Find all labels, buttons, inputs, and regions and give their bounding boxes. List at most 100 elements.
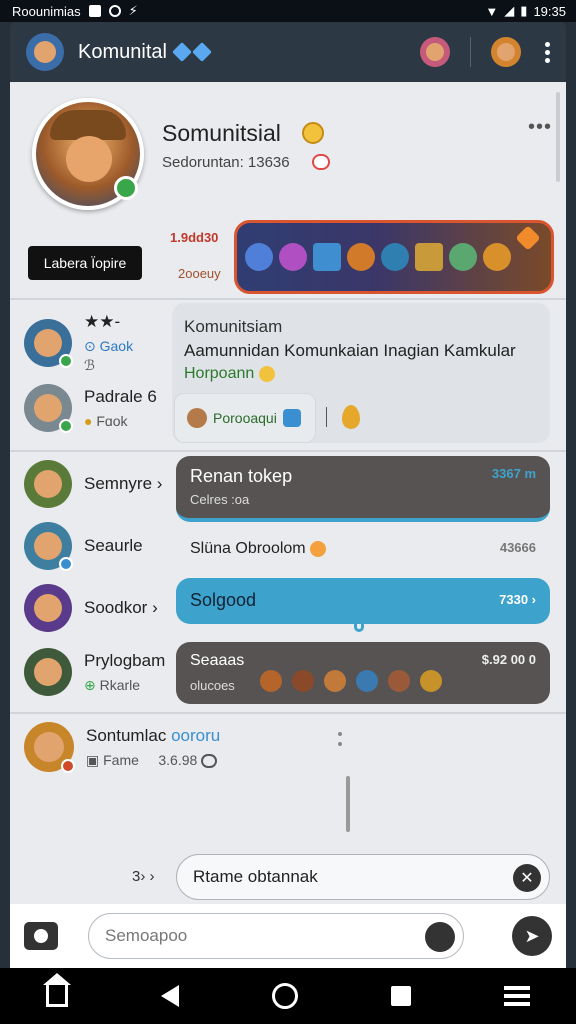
cursor-icon xyxy=(354,618,364,632)
reply-input[interactable]: Rtame obtannak ✕ xyxy=(176,854,550,900)
sticker-icon[interactable] xyxy=(356,670,378,692)
overflow-menu-icon[interactable] xyxy=(541,41,554,63)
smiley-icon xyxy=(310,540,327,557)
bubble-title: Seaaas xyxy=(190,652,245,669)
compose-bar: Semoapoo ➤ xyxy=(10,904,566,968)
status-left-text: Roounimias xyxy=(12,3,81,19)
stat-bottom: 2ooeuy xyxy=(178,266,221,281)
friend-item[interactable]: ★★- ⊙ Gaok ℬ xyxy=(24,312,133,374)
more-vertical-icon[interactable] xyxy=(338,732,342,746)
sticker-icon[interactable] xyxy=(324,670,346,692)
more-options-icon[interactable]: ••• xyxy=(528,116,552,139)
camera-icon[interactable] xyxy=(24,922,58,950)
message-bubble[interactable]: Renan tokep Celres :oa 3367 m xyxy=(176,456,550,522)
friend-avatar xyxy=(24,319,73,368)
friend-item[interactable]: Prylogbam ⊕ Rkarle xyxy=(24,648,165,696)
flame-icon[interactable] xyxy=(342,405,360,429)
bubble-value: $.92 00 0 xyxy=(481,652,536,667)
sticker-icon[interactable] xyxy=(260,670,282,692)
divider xyxy=(10,450,566,452)
item-icon[interactable] xyxy=(279,243,307,271)
chat-icon xyxy=(282,409,301,427)
message-input-placeholder: Semoapoo xyxy=(105,926,188,945)
signal-icon: ◢ xyxy=(504,3,515,18)
scrollbar[interactable] xyxy=(346,776,350,832)
sticker-icon[interactable] xyxy=(292,670,314,692)
bubble-value: 3367 m xyxy=(491,466,536,481)
friend-name: Soodkor › xyxy=(84,598,158,617)
close-icon[interactable]: ✕ xyxy=(513,864,541,892)
friend-avatar xyxy=(24,384,73,433)
bolt-icon: ⚡ xyxy=(128,3,138,18)
profile-action-button[interactable]: Labera Ïopire xyxy=(28,246,142,280)
app-bar: Komunital xyxy=(10,22,566,82)
reply-count: 3› › xyxy=(132,868,155,885)
bubble-title: Solgood xyxy=(190,590,257,610)
divider xyxy=(326,407,327,427)
recents-icon[interactable] xyxy=(390,986,411,1006)
chat-heart-icon xyxy=(312,154,330,170)
divider xyxy=(470,37,471,67)
item-icon[interactable] xyxy=(483,243,511,271)
status-bar: Roounimias ⚡ ▼ ◢ ▮ 19:35 xyxy=(0,0,576,22)
profile-avatar[interactable] xyxy=(32,98,144,210)
friend-avatar xyxy=(24,722,75,773)
character-icon[interactable] xyxy=(491,37,521,67)
message-card[interactable]: Komunitsiam Aamunnidan Komunkaian Inagia… xyxy=(172,303,550,443)
friend-name: Prylogbam xyxy=(84,650,166,670)
profile-sub-label: Sedoruntan: 13636 xyxy=(162,154,290,171)
status-time: 19:35 xyxy=(533,3,566,19)
inventory-strip[interactable] xyxy=(234,220,554,294)
message-bubble[interactable]: Slüna Obroolom 43666 xyxy=(176,530,550,570)
friend-item[interactable]: Semnyre › xyxy=(24,460,162,508)
sync-icon xyxy=(108,5,121,17)
item-icon[interactable] xyxy=(245,243,273,271)
friend-item[interactable]: Seaurle xyxy=(24,522,143,571)
friend-name: ★★- xyxy=(84,312,121,331)
friend-item[interactable]: Soodkor › xyxy=(24,584,158,632)
app-title: Komunital xyxy=(78,40,167,63)
character-icon[interactable] xyxy=(420,37,450,67)
item-icon[interactable] xyxy=(449,243,477,271)
message-title: Komunitsiam xyxy=(184,317,283,336)
message-input[interactable]: Semoapoo xyxy=(88,913,464,959)
sticker-icon[interactable] xyxy=(420,670,442,692)
item-icon[interactable] xyxy=(347,243,375,271)
smiley-icon xyxy=(258,365,275,382)
friend-avatar xyxy=(24,460,72,508)
emoji-icon[interactable] xyxy=(425,922,455,952)
message-bubble[interactable]: Seaaas olucoes $.92 00 0 xyxy=(176,642,550,704)
sticker-icon[interactable] xyxy=(388,670,410,692)
bubble-value: 7330 › xyxy=(499,592,536,607)
friend-item[interactable]: Padrale 6 ● Fɑok xyxy=(24,384,157,433)
home-circle-icon[interactable] xyxy=(271,983,298,1009)
stat-top: 1.9dd30 xyxy=(170,230,219,245)
scrollbar[interactable] xyxy=(556,92,560,182)
menu-icon[interactable] xyxy=(503,986,530,1006)
bubble-title: Slüna Obroolom xyxy=(190,540,327,558)
reaction-pill[interactable]: Porooaqui xyxy=(174,393,316,443)
profile-name: Somunitsial xyxy=(162,120,281,146)
user-avatar-icon[interactable] xyxy=(26,33,64,71)
message-link[interactable]: Horpoann xyxy=(184,365,275,383)
friend-item[interactable]: Sontumlac oororu ▣ Fame 3.6.98 xyxy=(24,722,221,773)
item-icon[interactable] xyxy=(313,243,341,271)
friend-name: Sontumlac oororu xyxy=(86,725,221,745)
item-icon[interactable] xyxy=(381,243,409,271)
bubble-sub: Celres :oa xyxy=(190,492,250,507)
friend-sub: ⊕ Rkarle xyxy=(84,676,141,693)
back-icon[interactable] xyxy=(161,985,180,1007)
notification-icon xyxy=(88,5,101,17)
send-button[interactable]: ➤ xyxy=(512,916,552,956)
message-body: Aamunnidan Komunkaian Inagian Kamkular xyxy=(184,341,516,360)
sticker-row xyxy=(260,670,442,692)
reply-input-text: Rtame obtannak xyxy=(193,867,318,886)
reaction-label: Porooaqui xyxy=(213,410,277,426)
home-icon[interactable] xyxy=(43,973,72,1007)
divider xyxy=(10,298,566,300)
item-icon[interactable] xyxy=(415,243,443,271)
friend-sub: ● Fɑok xyxy=(84,413,128,429)
app-screen: Roounimias ⚡ ▼ ◢ ▮ 19:35 Komunital Somun… xyxy=(0,0,576,1024)
battery-icon: ▮ xyxy=(520,3,528,18)
friend-extra: ℬ xyxy=(84,357,96,373)
